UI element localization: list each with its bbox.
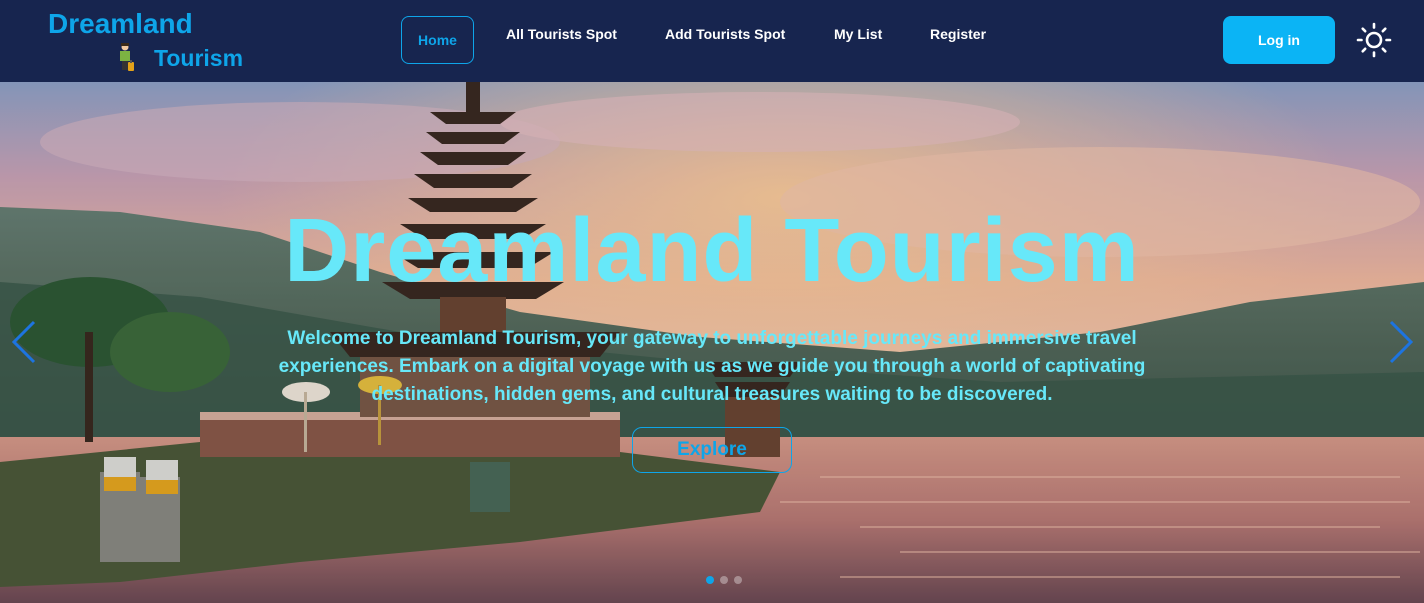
carousel-dot-2[interactable]: [720, 576, 728, 584]
sun-icon[interactable]: [1356, 22, 1392, 58]
hero-description: Welcome to Dreamland Tourism, your gatew…: [278, 328, 1146, 405]
carousel-next-arrow-icon[interactable]: [1385, 320, 1415, 364]
brand-name-line2[interactable]: Tourism: [154, 45, 243, 72]
carousel-dot-1[interactable]: [706, 576, 714, 584]
carousel-dot-3[interactable]: [734, 576, 742, 584]
navbar: Dreamland Tourism Home All Tourists Spot…: [0, 0, 1424, 82]
carousel-prev-arrow-icon[interactable]: [10, 320, 40, 364]
explore-button[interactable]: Explore: [632, 427, 792, 473]
nav-register-link[interactable]: Register: [930, 26, 986, 42]
nav-home-link[interactable]: Home: [401, 16, 474, 64]
brand-name-line1[interactable]: Dreamland: [48, 8, 193, 40]
carousel-pagination: [706, 576, 742, 584]
login-button[interactable]: Log in: [1223, 16, 1335, 64]
hero-title: Dreamland Tourism: [284, 201, 1140, 301]
tourist-icon: [120, 43, 134, 71]
hero-carousel: Dreamland Tourism Welcome to Dreamland T…: [0, 82, 1424, 603]
nav-my-list-link[interactable]: My List: [834, 26, 882, 42]
nav-all-tourists-spot-link[interactable]: All Tourists Spot: [506, 26, 617, 42]
nav-add-tourists-spot-link[interactable]: Add Tourists Spot: [665, 26, 785, 42]
